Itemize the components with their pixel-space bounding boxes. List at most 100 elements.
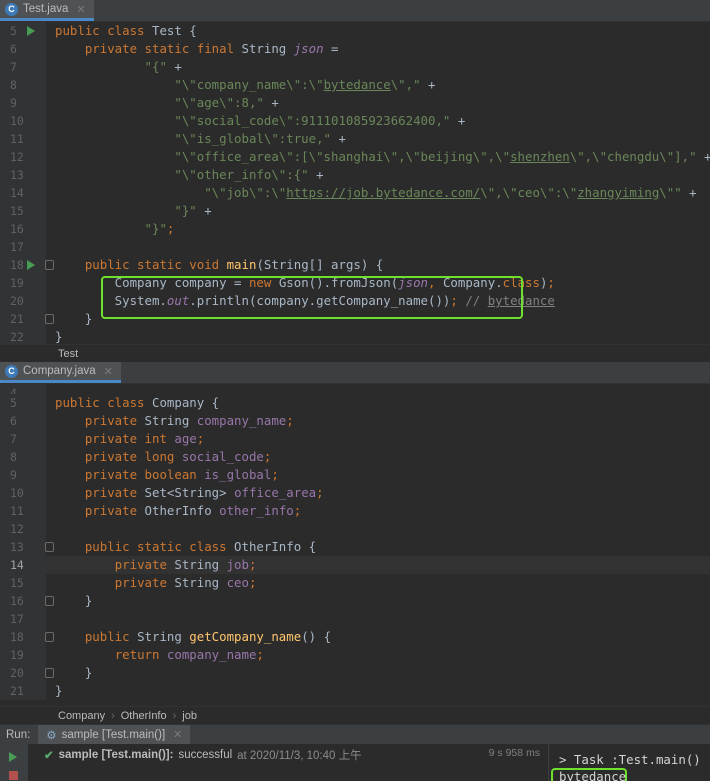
code-line[interactable]: 9 "\"age\":8," + [0, 94, 710, 112]
run-gutter-icon[interactable] [27, 260, 35, 270]
code-line[interactable]: 13 public static class OtherInfo { [0, 538, 710, 556]
line-number: 11 [10, 132, 24, 146]
editor-test-java[interactable]: 5 public class Test {6 private static fin… [0, 22, 710, 344]
code-line[interactable]: 8 "\"company_name\":\"bytedance\"," + [0, 76, 710, 94]
code-text: private String ceo; [55, 574, 257, 592]
code-token: ; [248, 575, 257, 590]
code-line[interactable]: 22} [0, 328, 710, 344]
code-token: main [226, 257, 257, 272]
breadcrumb-item[interactable]: Test [58, 348, 78, 360]
code-line[interactable]: 5 public class Company { [0, 394, 710, 412]
code-token: zhangyiming [577, 185, 660, 200]
code-line[interactable]: 18 public String getCompany_name() { [0, 628, 710, 646]
line-number: 18 [10, 630, 24, 644]
code-token: String [241, 41, 294, 56]
run-tab[interactable]: ⚙ sample [Test.main()] ✕ [38, 725, 191, 744]
code-line[interactable]: 17 [0, 610, 710, 628]
run-gutter-icon[interactable] [27, 26, 35, 36]
tab-test-java[interactable]: C Test.java ✕ [0, 0, 94, 21]
code-line[interactable]: 7 private int age; [0, 430, 710, 448]
code-token: + [704, 149, 710, 164]
fold-icon[interactable] [45, 668, 54, 678]
code-token: is_global [204, 467, 272, 482]
code-line[interactable]: 5 public class Test { [0, 22, 710, 40]
code-line[interactable]: 14 private String job; [0, 556, 710, 574]
code-line[interactable]: 21} [0, 682, 710, 700]
gutter [0, 76, 46, 94]
code-line[interactable]: 20 } [0, 664, 710, 682]
code-line[interactable]: 14 "\"job\":\"https://job.bytedance.com/… [0, 184, 710, 202]
code-line[interactable]: 9 private boolean is_global; [0, 466, 710, 484]
fold-icon[interactable] [45, 542, 54, 552]
line-number: 14 [10, 186, 24, 200]
breadcrumb-item[interactable]: Company [58, 710, 105, 722]
code-line[interactable]: 17 [0, 238, 710, 256]
gutter [0, 22, 46, 40]
fold-icon[interactable] [45, 260, 54, 270]
stop-icon[interactable] [9, 771, 18, 780]
code-line[interactable]: 18 public static void main(String[] args… [0, 256, 710, 274]
code-token: (String[] args) { [256, 257, 384, 272]
breadcrumb-item[interactable]: OtherInfo [121, 710, 167, 722]
console-line: bytedance [559, 769, 627, 781]
code-token: ; [256, 647, 264, 662]
run-config-icon: ⚙ [46, 729, 57, 742]
code-line[interactable]: 11 private OtherInfo other_info; [0, 502, 710, 520]
code-line[interactable]: 8 private long social_code; [0, 448, 710, 466]
code-text: private int age; [55, 430, 204, 448]
code-line[interactable]: 16 "}"; [0, 220, 710, 238]
code-line[interactable]: 7 "{" + [0, 58, 710, 76]
code-line[interactable]: 21 } [0, 310, 710, 328]
fold-icon[interactable] [45, 596, 54, 606]
code-token: social_code [181, 449, 264, 464]
editor-company-java[interactable]: 4 5 public class Company {6 private String… [0, 384, 710, 706]
tab-company-java[interactable]: C Company.java ✕ [0, 362, 121, 383]
close-icon[interactable]: ✕ [173, 728, 182, 741]
console-output[interactable]: > Task :Test.main() bytedance [548, 744, 710, 781]
line-number: 13 [10, 168, 24, 182]
code-token: \",\"chengdu\"]," [569, 149, 705, 164]
breadcrumb-item[interactable]: job [182, 710, 197, 722]
code-token: ; [286, 413, 294, 428]
code-line[interactable]: 16 } [0, 592, 710, 610]
code-line[interactable]: 12 "\"office_area\":[\"shanghai\",\"beij… [0, 148, 710, 166]
line-number: 11 [10, 504, 24, 518]
code-line[interactable]: 10 private Set<String> office_area; [0, 484, 710, 502]
code-token: private static final [84, 41, 242, 56]
gutter [0, 394, 46, 412]
code-token: Company. [442, 275, 503, 290]
close-icon[interactable]: ✕ [104, 365, 113, 378]
code-token: "\"company_name\":\" [174, 77, 324, 92]
code-token: } [55, 311, 93, 326]
code-token: https://job.bytedance.com/ [286, 185, 481, 200]
code-token: + [174, 59, 182, 74]
code-line[interactable]: 6 private static final String json = [0, 40, 710, 58]
run-result-row[interactable]: ✔ sample [Test.main()]: successful at 20… [44, 747, 362, 763]
code-line[interactable]: 19 Company company = new Gson().fromJson… [0, 274, 710, 292]
code-line[interactable]: 12 [0, 520, 710, 538]
code-line[interactable]: 10 "\"social_code\":911101085923662400,"… [0, 112, 710, 130]
rerun-icon[interactable] [9, 752, 17, 762]
fold-icon[interactable] [45, 632, 54, 642]
code-token: new [248, 275, 279, 290]
code-line[interactable]: 15 "}" + [0, 202, 710, 220]
code-token: "\"job\":\" [204, 185, 287, 200]
code-line[interactable]: 4 [0, 384, 710, 402]
code-line[interactable]: 11 "\"is_global\":true," + [0, 130, 710, 148]
code-line[interactable]: 15 private String ceo; [0, 574, 710, 592]
code-line[interactable]: 19 return company_name; [0, 646, 710, 664]
code-line[interactable]: 20 System.out.println(company.getCompany… [0, 292, 710, 310]
line-number: 21 [10, 684, 24, 698]
code-line[interactable]: 13 "\"other_info\":{" + [0, 166, 710, 184]
close-icon[interactable]: ✕ [76, 3, 85, 16]
code-line[interactable]: 6 private String company_name; [0, 412, 710, 430]
code-text: "}" + [55, 202, 211, 220]
code-text: private static final String json = [55, 40, 339, 58]
code-token: String [174, 557, 227, 572]
fold-icon[interactable] [45, 314, 54, 324]
